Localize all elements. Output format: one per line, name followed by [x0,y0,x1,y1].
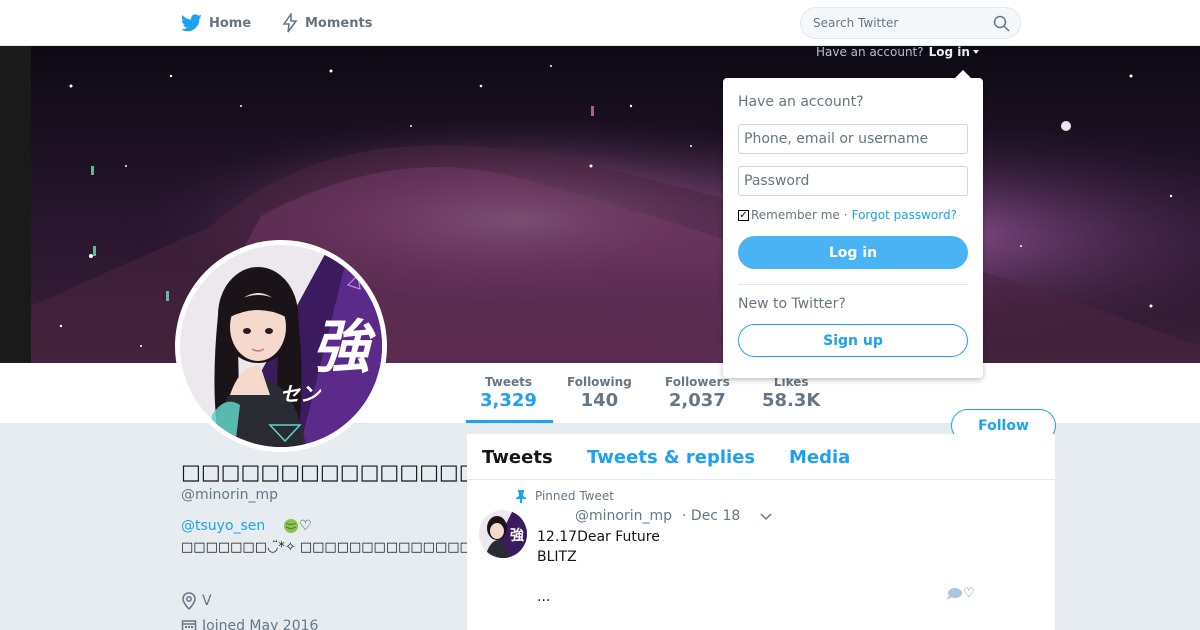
stat-value: 140 [580,390,619,411]
twitter-bird-icon [181,14,202,32]
account-prompt: Have an account? Log in [816,45,979,59]
profile-joined-date: Joined May 2016 [181,618,318,630]
nav-moments[interactable]: Moments [282,12,372,34]
login-dropdown: Have an account? ✓ Remember me · Forgot … [723,70,983,378]
top-navigation-bar: Home Moments [0,0,1200,46]
lightning-bolt-icon [282,13,298,33]
login-dropdown-toggle[interactable]: Log in [929,45,970,59]
avatar-portrait-art: 強 セン [180,245,382,447]
stat-tweets[interactable]: Tweets 3,329 [480,375,537,411]
have-account-text: Have an account? [816,45,924,59]
location-pin-icon [182,592,196,610]
tweet-avatar-kanji: 強 [510,527,524,544]
password-field[interactable] [738,166,968,196]
tweet-header: @minorin_mp · Dec 18 [575,508,740,524]
melon-icon [284,519,299,533]
nav-home-label: Home [209,15,252,31]
tweet-author-avatar[interactable]: 強 [479,510,527,558]
chevron-down-icon[interactable] [760,513,772,521]
stat-label: Followers [665,375,730,389]
tweet-actions: ♡ [945,586,975,601]
nav-home[interactable]: Home [181,12,251,34]
avatar-katakana-text: セン [280,382,322,406]
search-icon[interactable] [993,15,1010,32]
pin-icon [516,490,526,503]
tweet-body: 12.17Dear Future BLITZ ... [537,527,660,607]
pinned-text: Pinned Tweet [535,489,614,503]
avatar-kanji-text: 強 [312,313,376,381]
profile-avatar[interactable]: 強 セン [175,240,387,452]
tab-tweets[interactable]: Tweets [482,447,553,468]
signup-button[interactable]: Sign up [738,324,968,357]
tweet-line-1: 12.17Dear Future [537,529,660,545]
login-dropdown-title: Have an account? [738,94,864,110]
speech-bubble-icon[interactable] [945,587,963,601]
search-input[interactable] [813,14,983,32]
stat-following[interactable]: Following 140 [567,375,632,411]
location-text: V [202,593,212,609]
new-to-twitter-text: New to Twitter? [738,296,846,312]
stat-label: Tweets [484,375,533,389]
calendar-icon [181,620,197,630]
bio-first-line: @tsuyo_sen ♡ [181,518,312,534]
joined-text: Joined May 2016 [202,618,319,630]
stat-followers[interactable]: Followers 2,037 [665,375,730,411]
remember-row: ✓ Remember me · Forgot password? [738,208,957,222]
tab-tweets-and-replies[interactable]: Tweets & replies [587,447,755,468]
caret-down-icon[interactable] [972,50,979,54]
bio-emoji-group: ♡ [283,518,312,534]
pinned-tweet-label: Pinned Tweet [515,489,614,503]
dropdown-divider [738,284,968,285]
tweet-line-2: BLITZ [537,549,577,565]
timeline-tabs: Tweets Tweets & replies Media [467,434,1055,480]
tweet-avatar-art: 強 [479,510,527,558]
profile-location: V [181,592,212,610]
nav-moments-label: Moments [305,15,373,31]
stat-value: 3,329 [480,390,537,411]
bio-heart-symbol: ♡ [299,518,312,534]
active-stat-underline [466,420,553,423]
remember-me-label[interactable]: Remember me [751,208,840,222]
tweet-date[interactable]: · Dec 18 [682,508,740,524]
stat-likes[interactable]: Likes 58.3K [762,375,820,411]
remember-separator: · [843,208,848,222]
tweet-line-3: ... [537,589,551,605]
bio-mention-link[interactable]: @tsuyo_sen [181,518,265,534]
like-heart-symbol[interactable]: ♡ [963,586,975,601]
tweet-author-handle[interactable]: @minorin_mp [575,508,672,524]
login-button[interactable]: Log in [738,236,968,269]
stat-value: 58.3K [762,390,821,411]
search-box [800,7,1021,39]
remember-me-checkbox[interactable]: ✓ [738,209,749,221]
stat-value: 2,037 [668,390,726,411]
stat-label: Following [567,375,632,389]
tab-media[interactable]: Media [789,447,850,468]
profile-handle: @minorin_mp [181,487,279,503]
timeline-panel: Tweets Tweets & replies Media Pinned Twe… [467,434,1055,630]
forgot-password-link[interactable]: Forgot password? [852,208,957,222]
username-field[interactable] [738,124,968,154]
